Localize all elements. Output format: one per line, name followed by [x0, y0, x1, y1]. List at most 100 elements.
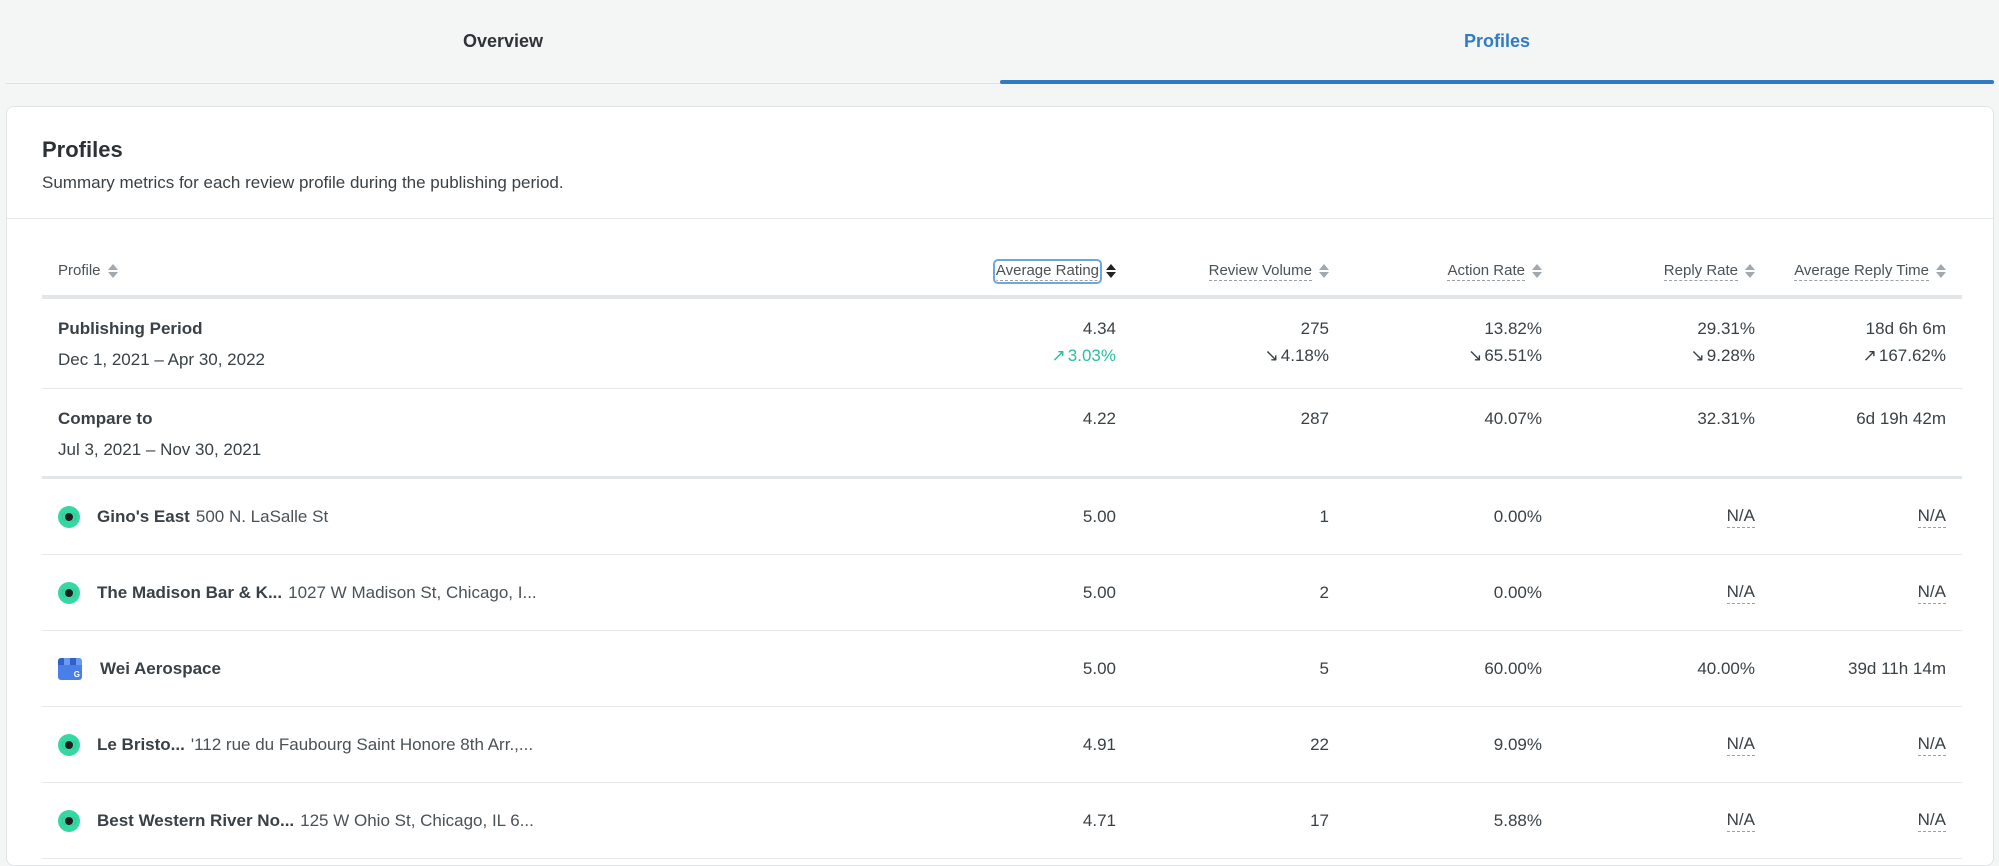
value: 39d 11h 14m — [1848, 658, 1946, 678]
profile-address: 1027 W Madison St, Chicago, I... — [288, 582, 537, 602]
compare-review-volume: 287 — [1132, 409, 1345, 429]
na-value: N/A — [1917, 506, 1946, 528]
cell-reply-rate: N/A — [1558, 734, 1771, 756]
value: 4.22 — [1082, 409, 1116, 428]
th-profile-label: Profile — [58, 262, 101, 279]
sort-active-icon[interactable] — [1106, 264, 1116, 278]
th-action-rate[interactable]: Action Rate — [1345, 262, 1558, 281]
table-row[interactable]: Wei Aerospace 5.00 5 60.00% 40.00% 39d 1… — [42, 631, 1962, 707]
compare-action-rate: 40.07% — [1345, 409, 1558, 429]
value: 32.31% — [1697, 409, 1755, 428]
cell-average-rating: 5.00 — [942, 507, 1132, 527]
profile-name[interactable]: Gino's East — [97, 507, 190, 527]
delta-value: 167.62% — [1878, 346, 1946, 365]
cell-review-volume: 22 — [1132, 735, 1345, 755]
delta-value: 9.28% — [1706, 346, 1755, 365]
profile-name[interactable]: Le Bristo... — [97, 735, 185, 755]
cell-review-volume: 2 — [1132, 583, 1345, 603]
arrow-down-right-icon: ↘ — [1264, 346, 1279, 365]
compare-average-rating: 4.22 — [942, 409, 1132, 429]
period-title: Publishing Period — [58, 319, 203, 338]
cell-review-volume: 5 — [1132, 659, 1345, 679]
th-review-volume-label: Review Volume — [1208, 261, 1312, 281]
period-review-volume: 275 ↘ 4.18% — [1132, 319, 1345, 366]
th-reply-rate[interactable]: Reply Rate — [1558, 262, 1771, 281]
value: 6d 19h 42m — [1856, 409, 1946, 428]
value: 5.00 — [1082, 658, 1116, 678]
table-row[interactable]: Le Bristo... '112 rue du Faubourg Saint … — [42, 707, 1962, 783]
value: 4.34 — [1082, 319, 1116, 338]
value: 2 — [1319, 582, 1329, 602]
profile-cell: Le Bristo... '112 rue du Faubourg Saint … — [42, 733, 942, 756]
th-review-volume[interactable]: Review Volume — [1132, 262, 1345, 281]
table-row[interactable]: Best Western River No... 125 W Ohio St, … — [42, 783, 1962, 859]
sort-icon[interactable] — [1745, 264, 1755, 278]
compare-average-reply-time: 6d 19h 42m — [1771, 409, 1962, 429]
profile-name[interactable]: Best Western River No... — [97, 811, 294, 831]
cell-reply-rate: 40.00% — [1558, 659, 1771, 679]
na-value: N/A — [1726, 734, 1755, 756]
th-average-reply-time-label: Average Reply Time — [1794, 261, 1929, 281]
tab-bar: Overview Profiles — [6, 0, 1994, 84]
value: 0.00% — [1493, 582, 1542, 602]
na-value: N/A — [1917, 734, 1946, 756]
profile-cell: The Madison Bar & K... 1027 W Madison St… — [42, 581, 942, 604]
delta-value: 65.51% — [1484, 346, 1542, 365]
value: 29.31% — [1697, 319, 1755, 338]
value: 40.00% — [1697, 658, 1755, 678]
na-value: N/A — [1726, 506, 1755, 528]
table-row[interactable]: Gino's East 500 N. LaSalle St 5.00 1 0.0… — [42, 479, 1962, 555]
sort-icon[interactable] — [1936, 264, 1946, 278]
delta: ↘ 9.28% — [1691, 346, 1755, 366]
value: 22 — [1310, 734, 1329, 754]
value: 40.07% — [1484, 409, 1542, 428]
value: 4.91 — [1082, 734, 1116, 754]
arrow-down-right-icon: ↘ — [1690, 346, 1705, 365]
cell-review-volume: 1 — [1132, 507, 1345, 527]
value: 13.82% — [1484, 319, 1542, 338]
na-value: N/A — [1726, 810, 1755, 832]
cell-reply-rate: N/A — [1558, 582, 1771, 604]
cell-review-volume: 17 — [1132, 811, 1345, 831]
period-cell: Publishing Period Dec 1, 2021 – Apr 30, … — [42, 319, 942, 370]
na-value: N/A — [1917, 810, 1946, 832]
period-action-rate: 13.82% ↘ 65.51% — [1345, 319, 1558, 366]
value: 18d 6h 6m — [1865, 319, 1946, 338]
value: 17 — [1310, 810, 1329, 830]
compare-cell: Compare to Jul 3, 2021 – Nov 30, 2021 — [42, 409, 942, 460]
sort-icon[interactable] — [1319, 264, 1329, 278]
cell-average-reply-time: 39d 11h 14m — [1771, 659, 1962, 679]
th-average-rating[interactable]: Average Rating — [942, 258, 1132, 284]
arrow-down-right-icon: ↘ — [1468, 346, 1483, 365]
cell-average-reply-time: N/A — [1771, 582, 1962, 604]
delta: ↗ 167.62% — [1863, 346, 1946, 366]
value: 5 — [1319, 658, 1329, 678]
sort-icon[interactable] — [1532, 264, 1542, 278]
page-title: Profiles — [42, 137, 123, 162]
profile-name[interactable]: Wei Aerospace — [100, 659, 221, 679]
th-profile[interactable]: Profile — [42, 262, 942, 280]
sort-icon[interactable] — [107, 264, 118, 278]
profile-name[interactable]: The Madison Bar & K... — [97, 583, 282, 603]
delta-value: 4.18% — [1280, 346, 1329, 365]
value: 287 — [1300, 409, 1329, 428]
th-average-reply-time[interactable]: Average Reply Time — [1771, 262, 1962, 281]
tripadvisor-icon — [58, 733, 80, 756]
value: 0.00% — [1493, 506, 1542, 526]
profile-cell: Best Western River No... 125 W Ohio St, … — [42, 809, 942, 832]
cell-average-rating: 4.91 — [942, 735, 1132, 755]
cell-action-rate: 0.00% — [1345, 583, 1558, 603]
cell-action-rate: 0.00% — [1345, 507, 1558, 527]
compare-reply-rate: 32.31% — [1558, 409, 1771, 429]
google-my-business-icon — [58, 657, 82, 680]
profiles-table: Profile Average Rating Review Volume Act… — [42, 247, 1962, 859]
tab-profiles[interactable]: Profiles — [1000, 0, 1994, 84]
publishing-period-row: Publishing Period Dec 1, 2021 – Apr 30, … — [42, 299, 1962, 389]
table-row[interactable]: The Madison Bar & K... 1027 W Madison St… — [42, 555, 1962, 631]
profile-address: 125 W Ohio St, Chicago, IL 6... — [300, 810, 534, 830]
th-reply-rate-label: Reply Rate — [1663, 261, 1738, 281]
value: 275 — [1300, 319, 1329, 338]
period-dates: Dec 1, 2021 – Apr 30, 2022 — [58, 350, 265, 369]
tab-overview[interactable]: Overview — [6, 0, 1000, 83]
cell-average-rating: 5.00 — [942, 659, 1132, 679]
